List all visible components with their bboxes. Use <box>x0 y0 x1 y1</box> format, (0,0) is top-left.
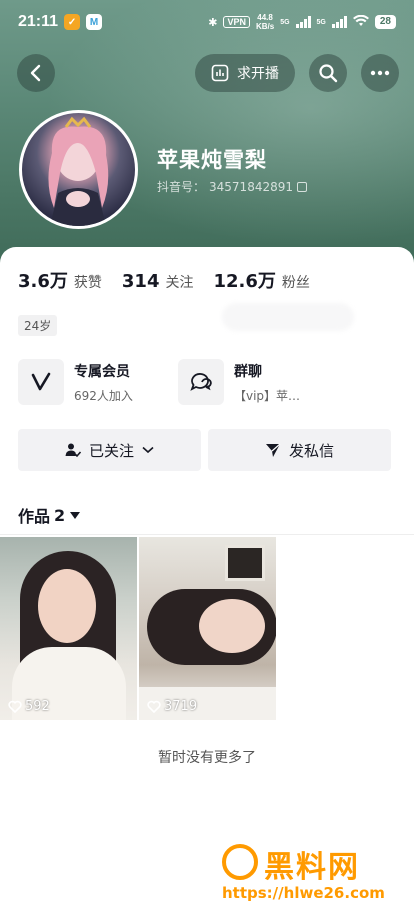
request-live-button[interactable]: 求开播 <box>195 54 295 92</box>
network-speed-unit: KB/s <box>255 22 275 31</box>
vip-title: 专属会员 <box>74 363 130 380</box>
video-2-wall-frame <box>225 545 265 581</box>
group-chat-subtitle: 【vip】苹… <box>234 388 301 403</box>
followed-button[interactable]: 已关注 <box>18 429 201 471</box>
video-like-count: 3719 <box>147 699 197 714</box>
live-chart-icon <box>211 64 229 82</box>
works-tab-count: 2 <box>54 505 66 525</box>
video-thumbnail[interactable]: 3719 <box>139 537 276 720</box>
group-chat-entry[interactable]: 群聊 【vip】苹… <box>178 359 300 405</box>
avatar[interactable] <box>19 110 138 229</box>
stat-likes[interactable]: 3.6万 获赞 <box>18 267 102 293</box>
copy-icon[interactable] <box>297 181 307 192</box>
douyin-id-label: 抖音号： <box>157 180 206 194</box>
avatar-illustration <box>48 116 109 226</box>
douyin-id: 抖音号： 34571842891 <box>157 178 307 195</box>
status-bar: 21:11 ✓ M ✱ VPN 44.8 KB/s 5G 5G 28 <box>0 0 414 44</box>
douyin-id-value: 34571842891 <box>209 179 293 194</box>
works-tab-label: 作品 <box>18 507 51 526</box>
send-message-label: 发私信 <box>288 441 334 460</box>
video-2-likes: 3719 <box>164 699 198 714</box>
no-more-content-text: 暂时没有更多了 <box>158 750 256 766</box>
more-dots-icon <box>370 70 390 76</box>
signal-icon-1 <box>295 16 311 28</box>
vip-membership-entry[interactable]: 专属会员 692人加入 <box>18 359 133 405</box>
wifi-icon <box>352 14 369 30</box>
profile-stats: 3.6万 获赞 314 关注 12.6万 粉丝 <box>18 267 310 293</box>
network-speed: 44.8 KB/s <box>256 13 274 31</box>
vpn-badge: VPN <box>223 16 250 28</box>
video-thumbnail[interactable]: 592 <box>0 537 137 720</box>
followed-label: 已关注 <box>88 441 134 460</box>
send-message-button[interactable]: 发私信 <box>208 429 391 471</box>
stat-following[interactable]: 314 关注 <box>122 271 194 292</box>
network-type-1: 5G <box>280 18 290 26</box>
stat-following-label: 关注 <box>165 275 194 291</box>
back-button[interactable] <box>17 54 55 92</box>
stat-following-number: 314 <box>121 271 160 292</box>
blurred-tag <box>222 303 354 331</box>
search-icon <box>319 64 338 83</box>
watermark-url: https://hlwe26.com <box>222 884 385 902</box>
heart-icon <box>147 700 161 713</box>
video-like-count: 592 <box>8 699 50 714</box>
status-time: 21:11 <box>18 13 59 30</box>
group-chat-title: 群聊 <box>234 363 262 380</box>
video-1-likes: 592 <box>25 699 50 714</box>
stat-followers[interactable]: 12.6万 粉丝 <box>213 267 309 293</box>
video-1-face <box>38 569 96 643</box>
network-speed-value: 44.8 <box>257 13 273 22</box>
tab-works[interactable]: 作品 2 <box>18 503 81 527</box>
bluetooth-icon: ✱ <box>208 16 218 29</box>
chevron-down-icon <box>142 446 154 454</box>
battery-indicator: 28 <box>374 15 396 29</box>
stat-likes-label: 获赞 <box>73 275 102 291</box>
stat-likes-number: 3.6万 <box>18 271 68 292</box>
stat-followers-label: 粉丝 <box>281 275 310 291</box>
profile-card: 3.6万 获赞 314 关注 12.6万 粉丝 24岁 专属会员 692人加入 … <box>0 247 414 920</box>
more-button[interactable] <box>361 54 399 92</box>
age-tag: 24岁 <box>18 315 58 336</box>
watermark-logo-icon <box>222 844 258 880</box>
heart-icon <box>8 700 22 713</box>
user-check-icon <box>65 443 81 458</box>
caret-down-icon <box>70 512 81 519</box>
send-icon <box>265 443 281 457</box>
request-live-label: 求开播 <box>237 66 279 82</box>
video-2-face <box>199 599 265 653</box>
group-chat-icon <box>178 359 224 405</box>
vip-subtitle: 692人加入 <box>74 388 133 403</box>
app-notification-icon: ✓ <box>64 14 81 30</box>
chevron-left-icon <box>30 64 41 82</box>
vip-icon <box>18 359 64 405</box>
stat-followers-number: 12.6万 <box>213 271 276 292</box>
profile-nickname: 苹果炖雪梨 <box>157 148 267 172</box>
site-watermark: 黑料网 https://hlwe26.com <box>222 842 402 912</box>
watermark-title: 黑料网 <box>264 850 360 885</box>
network-type-2: 5G <box>316 18 326 26</box>
search-button[interactable] <box>309 54 347 92</box>
mail-notification-icon: M <box>86 14 103 30</box>
signal-icon-2 <box>331 16 347 28</box>
divider <box>0 534 414 535</box>
